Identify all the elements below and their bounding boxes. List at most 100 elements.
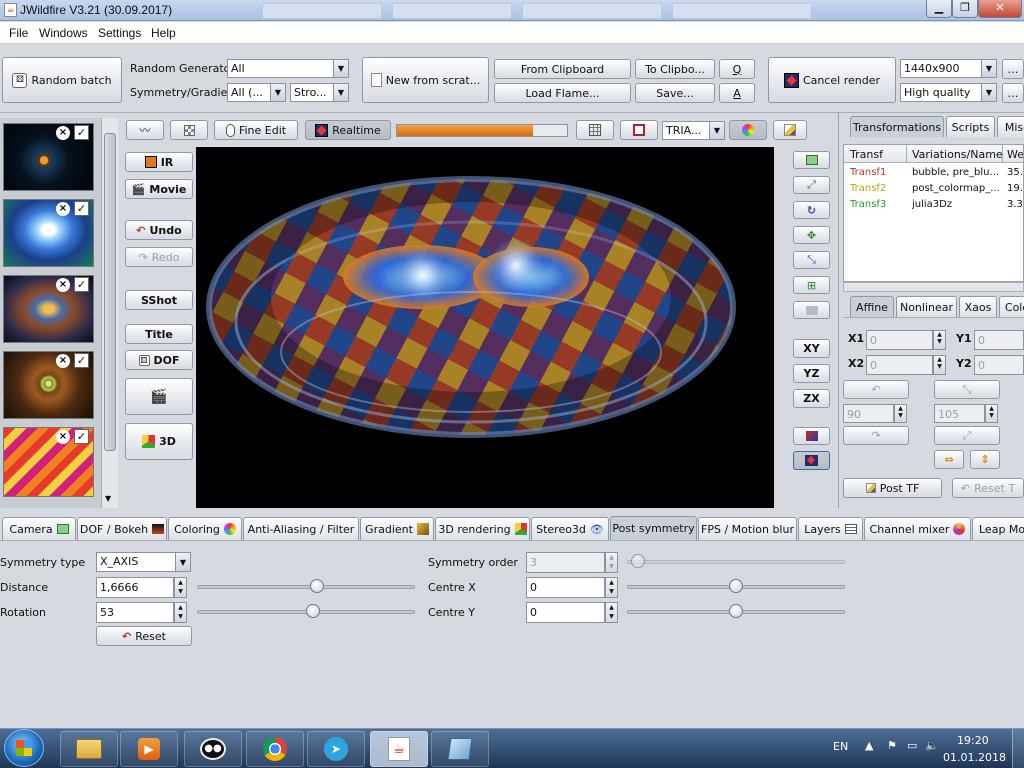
rotation-spinner[interactable]: ▲ ▼ (174, 602, 187, 623)
title-button[interactable]: Title (125, 324, 193, 344)
menu-windows[interactable]: Windows (39, 22, 88, 44)
menu-settings[interactable]: Settings (98, 22, 141, 44)
layer-color-button[interactable] (793, 427, 830, 445)
language-indicator[interactable]: EN (833, 740, 848, 753)
centre-x-spinner[interactable]: ▲ ▼ (605, 577, 618, 598)
show-desktop-button[interactable] (1012, 729, 1024, 768)
taskbar-media-player[interactable]: ▶ (120, 731, 178, 767)
header-transf[interactable]: Transf (850, 148, 883, 161)
zoom-fit-button[interactable]: ⤢ (793, 176, 830, 194)
tab-fps-motion-blur[interactable]: FPS / Motion blur (698, 517, 797, 540)
rotate-left-button[interactable]: ↶ (843, 380, 909, 399)
checkbox-checked[interactable]: ✓ (74, 429, 89, 444)
quality-select[interactable]: High quality ▼ (900, 83, 997, 102)
symmetry-order-field[interactable]: 3 (526, 552, 605, 573)
flag-icon[interactable]: ⚑ (887, 739, 897, 752)
distance-slider-knob[interactable] (309, 579, 324, 593)
maximize-button[interactable]: ❐ (952, 0, 978, 18)
reset-transform-button[interactable]: ↶ Reset T (952, 478, 1024, 498)
tab-scripts[interactable]: Scripts (946, 116, 995, 137)
tab-affine[interactable]: Affine (850, 296, 894, 317)
flame-preview[interactable] (196, 147, 774, 508)
network-icon[interactable]: ▭ (907, 739, 917, 752)
quality-options-button[interactable]: … (1002, 83, 1024, 103)
flame-thumbnail[interactable]: × ✓ (3, 427, 94, 497)
scale-amount-field[interactable]: 105 (934, 404, 985, 423)
clapper-button[interactable]: 🎬 (125, 378, 193, 415)
scrollbar-thumb[interactable] (104, 133, 116, 451)
volume-icon[interactable]: 🔈 (925, 739, 939, 752)
tab-channel-mixer[interactable]: Channel mixer (864, 517, 971, 540)
x2-field[interactable]: 0 (866, 355, 933, 375)
redo-button[interactable]: ↷ Redo (125, 247, 193, 267)
taskbar-chrome[interactable] (246, 731, 304, 767)
taskbar-explorer[interactable] (60, 731, 118, 767)
rotation-slider-knob[interactable] (305, 604, 320, 618)
tab-misc[interactable]: Misc (997, 116, 1024, 137)
view-image-button[interactable] (793, 151, 830, 169)
y2-field[interactable]: 0 (974, 355, 1024, 375)
distance-spinner[interactable]: ▲ ▼ (174, 577, 187, 598)
reset-symmetry-button[interactable]: ↶ Reset (96, 626, 192, 646)
ir-button[interactable]: IR (125, 152, 193, 172)
to-clipboard-button[interactable]: To Clipbo... (635, 59, 715, 79)
movie-button[interactable]: 🎬 Movie (125, 179, 193, 199)
rotate-amount-spinner[interactable]: ▲ ▼ (894, 404, 907, 423)
y1-field[interactable]: 0 (974, 330, 1024, 350)
symmetry-order-slider-knob[interactable] (630, 554, 645, 568)
tab-post-symmetry[interactable]: Post symmetry (610, 516, 697, 540)
realtime-toggle[interactable]: Realtime (305, 120, 391, 140)
minimize-button[interactable]: ▁ (926, 0, 952, 18)
header-weight[interactable]: Wei (1007, 148, 1023, 161)
gradient-select[interactable]: Stro... ▼ (290, 83, 349, 102)
post-tf-button[interactable]: Post TF (843, 478, 942, 498)
tab-coloring[interactable]: Coloring (168, 517, 242, 540)
tab-color[interactable]: Colo (999, 296, 1024, 317)
menu-file[interactable]: File (9, 22, 28, 44)
curve-editor-button[interactable]: 〰 (126, 120, 164, 140)
screenshot-button[interactable]: SShot (125, 290, 193, 310)
header-variations[interactable]: Variations/Name (912, 148, 1003, 161)
tab-transformations[interactable]: Transformations (850, 116, 944, 137)
shrink-button[interactable]: ⤡ (934, 380, 1000, 399)
taskbar-java[interactable]: ☕ (370, 731, 428, 767)
close-window-button[interactable]: ✕ (978, 0, 1022, 18)
taskbar-pidgin[interactable]: ●● (184, 731, 242, 767)
clock-time[interactable]: 19:20 (957, 734, 989, 747)
load-flame-button[interactable]: Load Flame... (494, 83, 631, 103)
rotate-view-button[interactable]: ↻ (793, 201, 830, 219)
symmetry-order-spinner[interactable]: ▲ ▼ (605, 552, 618, 573)
move-view-button[interactable]: ✥ (793, 226, 830, 244)
checkbox-checked[interactable]: ✓ (74, 125, 89, 140)
new-from-scratch-button[interactable]: New from scrat... (362, 57, 489, 103)
checkbox-checked[interactable]: ✓ (74, 277, 89, 292)
q-button[interactable]: Q (719, 59, 755, 79)
menu-help[interactable]: Help (151, 22, 176, 44)
centre-y-field[interactable]: 0 (526, 602, 605, 623)
a-button[interactable]: A (719, 83, 755, 103)
centre-x-field[interactable]: 0 (526, 577, 605, 598)
distance-slider-track[interactable] (197, 585, 415, 589)
centre-y-spinner[interactable]: ▲ ▼ (605, 602, 618, 623)
centre-y-slider-knob[interactable] (729, 604, 743, 618)
x1-field[interactable]: 0 (866, 330, 933, 350)
symmetry-select[interactable]: All (... ▼ (227, 83, 286, 102)
grow-button[interactable]: ⤢ (934, 426, 1000, 445)
select-region-button[interactable]: ⊞ (793, 276, 830, 294)
undo-button[interactable]: ↶ Undo (125, 220, 193, 240)
triangle-mode-select[interactable]: TRIA... ▼ (662, 121, 725, 140)
close-icon[interactable]: × (56, 202, 70, 216)
taskbar-notes[interactable] (431, 731, 489, 767)
distance-field[interactable]: 1,6666 (96, 577, 174, 598)
table-h-scrollbar[interactable] (843, 282, 1024, 292)
table-row[interactable]: Transf1 bubble, pre_blu... 35.0 (844, 165, 1023, 181)
flame-thumbnail[interactable]: × ✓ (3, 199, 94, 267)
x1-spinner[interactable]: ▲ ▼ (933, 330, 946, 350)
table-row[interactable]: Transf3 julia3Dz 3.35 (844, 197, 1023, 213)
resolution-options-button[interactable]: … (1002, 59, 1024, 79)
yz-plane-button[interactable]: YZ (793, 364, 830, 383)
tab-camera[interactable]: Camera (2, 517, 76, 540)
rotation-field[interactable]: 53 (96, 602, 174, 623)
x2-spinner[interactable]: ▲ ▼ (933, 355, 946, 375)
close-icon[interactable]: × (56, 278, 70, 292)
